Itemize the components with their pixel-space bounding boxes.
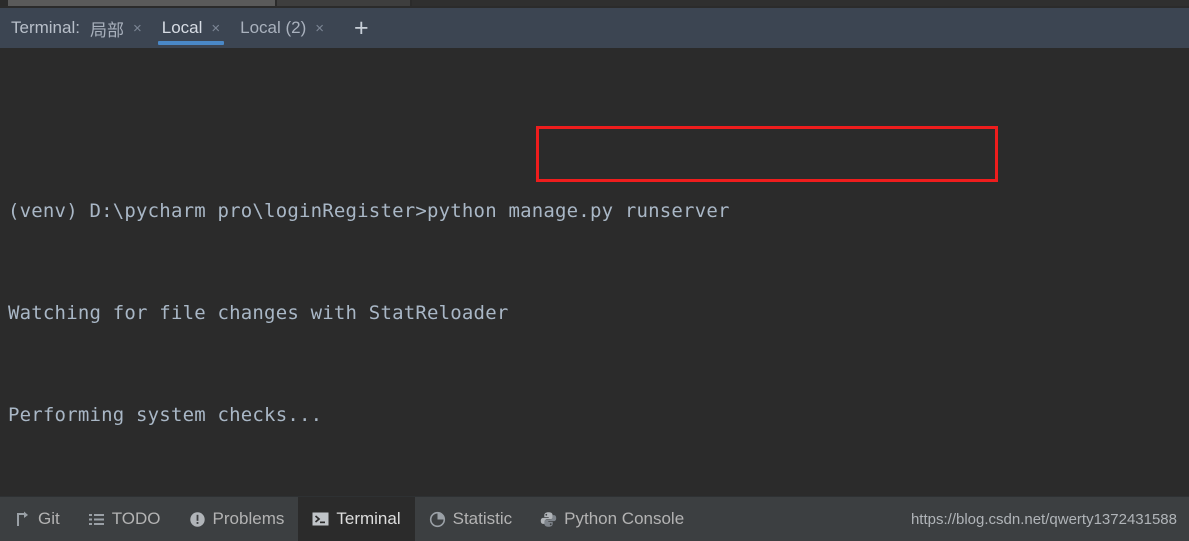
warning-circle-icon [189, 511, 206, 528]
terminal-line: Performing system checks... [8, 404, 323, 426]
status-button-label: Python Console [564, 509, 685, 528]
tab-label: Local [161, 18, 203, 37]
status-button-terminal[interactable]: Terminal [298, 497, 415, 541]
close-icon[interactable]: × [133, 21, 142, 36]
active-tab-indicator [157, 41, 225, 45]
close-icon[interactable]: × [315, 21, 324, 36]
terminal-tab-local-cn[interactable]: 局部 × [80, 8, 152, 48]
close-icon[interactable]: × [211, 21, 220, 36]
watermark-text: https://blog.csdn.net/qwerty1372431588 [910, 510, 1177, 528]
todo-list-icon [88, 511, 105, 528]
status-button-label: Terminal [336, 509, 401, 528]
chrome-segment-left [8, 0, 275, 6]
chrome-segment-right [412, 0, 1189, 6]
terminal-tab-bar: Terminal: 局部 × Local × Local (2) × + [0, 8, 1189, 48]
status-button-python-console[interactable]: Python Console [526, 497, 698, 541]
python-icon [540, 511, 557, 528]
terminal-line: Watching for file changes with StatReloa… [8, 302, 509, 324]
git-branch-icon [14, 511, 31, 528]
status-button-label: TODO [111, 509, 161, 528]
terminal-tab-local-2[interactable]: Local (2) × [230, 8, 334, 48]
status-button-git[interactable]: Git [0, 497, 74, 541]
status-button-label: Statistic [452, 509, 513, 528]
chrome-segment-middle [277, 0, 410, 6]
terminal-line: (venv) D:\pycharm pro\loginRegister>pyth… [8, 200, 730, 222]
status-bar-spacer [698, 497, 911, 541]
terminal-tab-local[interactable]: Local × [152, 8, 230, 48]
tool-window-status-bar: Git TODO Problems Terminal Statistic Pyt… [0, 496, 1189, 541]
tab-label: 局部 [89, 20, 124, 40]
ide-chrome-strip [0, 0, 1189, 8]
terminal-prompt-icon [312, 511, 329, 528]
status-button-label: Problems [212, 509, 285, 528]
terminal-output-panel[interactable]: (venv) D:\pycharm pro\loginRegister>pyth… [0, 48, 1189, 496]
status-button-todo[interactable]: TODO [74, 497, 175, 541]
status-button-statistic[interactable]: Statistic [415, 497, 527, 541]
status-button-label: Git [38, 509, 60, 528]
new-terminal-tab-icon[interactable]: + [346, 15, 377, 41]
tool-window-title: Terminal: [11, 18, 80, 37]
pie-chart-icon [429, 511, 446, 528]
tab-label: Local (2) [240, 18, 307, 37]
status-button-problems[interactable]: Problems [175, 497, 299, 541]
terminal-text: (venv) D:\pycharm pro\loginRegister>pyth… [8, 92, 730, 496]
